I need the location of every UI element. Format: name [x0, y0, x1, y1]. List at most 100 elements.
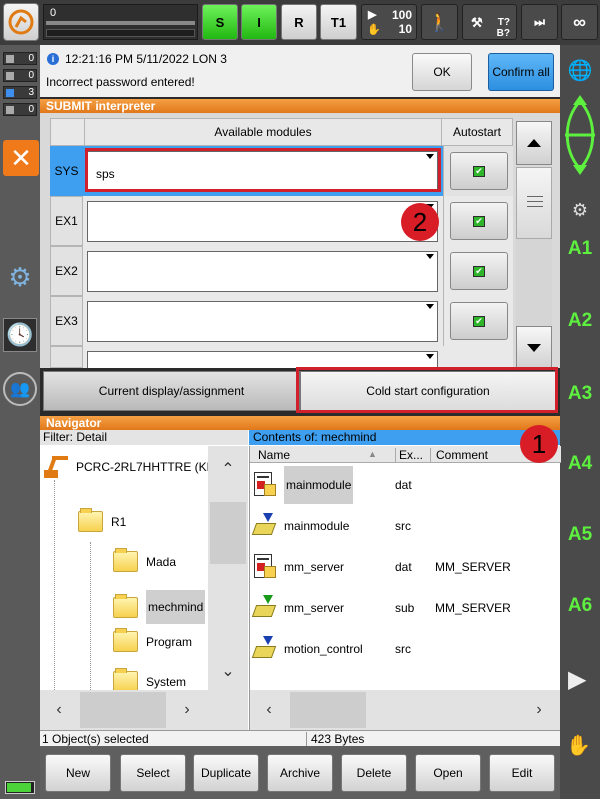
message-counter-ack[interactable]: 0 [3, 52, 37, 65]
tree-item-label: Program [146, 634, 193, 649]
check-icon: ✔ [473, 216, 485, 227]
scroll-up-button[interactable] [516, 121, 552, 165]
scroll-down-button[interactable] [516, 326, 552, 370]
tree-scroll-down-button[interactable]: ⌄ [208, 656, 248, 686]
col-name[interactable]: Name [258, 448, 290, 462]
operating-mode-button[interactable]: T1 [320, 4, 357, 40]
message-window: i 12:21:16 PM 5/11/2022 LON 3 Incorrect … [40, 45, 560, 97]
module-select-ex3[interactable] [87, 301, 438, 342]
tree-hscrollbar[interactable]: ‹ › [40, 690, 248, 730]
module-select-ex4[interactable] [87, 351, 438, 368]
robot-jog-button[interactable]: ⚙ [560, 195, 600, 225]
tree-item-system[interactable]: System [113, 668, 186, 690]
autostart-toggle-sys[interactable]: ✔ [450, 152, 508, 190]
axis-a4-button[interactable]: A4 [560, 453, 600, 475]
play-icon: ▶ [368, 9, 377, 21]
autostart-toggle-ex3[interactable]: ✔ [450, 302, 508, 340]
tree-item-r1[interactable]: R1 [78, 508, 126, 532]
tree-scroll-up-button[interactable]: ⌃ [208, 454, 248, 484]
message-counter-notify[interactable]: 0 [3, 69, 37, 82]
user-button[interactable]: 👥 [3, 372, 37, 406]
sort-arrow-icon: ▲ [368, 449, 377, 459]
start-button[interactable]: ▶ [568, 665, 592, 693]
globe-button[interactable]: 🌐 [560, 55, 600, 85]
drives-status-button[interactable]: I [241, 4, 277, 40]
tree-item-mada[interactable]: Mada [113, 548, 176, 572]
axis-a3-button[interactable]: A3 [560, 383, 600, 405]
select-button[interactable]: Select [120, 754, 186, 792]
axis-a1-button[interactable]: A1 [560, 238, 600, 260]
chevron-right-icon: › [536, 701, 542, 718]
settings-button[interactable]: ⚙ [3, 260, 37, 294]
tool-value: T? [497, 17, 510, 28]
submit-interpreter-header: SUBMIT interpreter [40, 99, 560, 113]
ok-button[interactable]: OK [412, 53, 472, 91]
message-counter-info[interactable]: 3 [3, 86, 37, 99]
scrollbar-track[interactable] [516, 167, 552, 329]
tree-vscrollbar[interactable]: ⌃ ⌄ [208, 446, 248, 690]
file-name: mm_server [284, 560, 345, 574]
file-row[interactable]: mainmodule src [250, 507, 561, 545]
status-bytes: 423 Bytes [306, 732, 364, 747]
infinity-button[interactable]: ∞ [561, 4, 598, 40]
hand-button[interactable]: ✋ [566, 733, 594, 759]
tree-hscroll-thumb[interactable] [80, 692, 166, 728]
file-scroll-left-button[interactable]: ‹ [252, 695, 286, 725]
module-select-ex2[interactable] [87, 251, 438, 292]
module-select-ex1[interactable] [87, 201, 438, 242]
archive-button[interactable]: Archive [267, 754, 333, 792]
walking-man-button[interactable]: 🚶 [421, 4, 458, 40]
row-label: EX3 [50, 296, 83, 346]
tab-current-display[interactable]: Current display/assignment [43, 371, 300, 411]
close-button[interactable]: ✕ [3, 140, 39, 176]
open-button[interactable]: Open [415, 754, 481, 792]
row-label [50, 346, 83, 368]
edit-button[interactable]: Edit [489, 754, 555, 792]
duplicate-button[interactable]: Duplicate [193, 754, 259, 792]
axis-a6-button[interactable]: A6 [560, 595, 600, 617]
tree-item-mechmind[interactable]: mechmind [113, 590, 206, 624]
table-row: EX1 ✔ [50, 196, 513, 246]
delete-button[interactable]: Delete [341, 754, 407, 792]
clock-button[interactable]: 🕓 [3, 318, 37, 352]
autostart-toggle-ex1[interactable]: ✔ [450, 202, 508, 240]
confirm-all-button[interactable]: Confirm all [488, 53, 554, 91]
jog-mode-button[interactable] [562, 95, 598, 175]
incremental-button[interactable]: ⏭ [521, 4, 558, 40]
tree-scroll-thumb[interactable] [210, 502, 246, 564]
message-counter-wait[interactable]: 0 [3, 103, 37, 116]
kuka-logo-button[interactable] [3, 3, 39, 41]
tree-scroll-right-button[interactable]: › [170, 695, 204, 725]
scrollbar-thumb[interactable] [516, 167, 552, 239]
file-name: motion_control [284, 642, 363, 656]
globe-icon: 🌐 [567, 59, 593, 82]
file-row[interactable]: mm_server dat MM_SERVER [250, 548, 561, 586]
file-hscroll-thumb[interactable] [290, 692, 366, 728]
file-hscrollbar[interactable]: ‹ › [249, 690, 560, 730]
file-ext: src [395, 642, 411, 656]
chevron-down-icon: ⌄ [221, 663, 235, 680]
new-button[interactable]: New [45, 754, 111, 792]
table-row: EX3 ✔ [50, 296, 513, 346]
file-scroll-right-button[interactable]: › [522, 695, 556, 725]
left-sidebar: 0 0 3 0 ✕ ⚙ 🕓 👥 [0, 45, 40, 799]
status-bar: 1 Object(s) selected 423 Bytes [40, 730, 560, 747]
file-comment: MM_SERVER [435, 560, 511, 574]
axis-a5-button[interactable]: A5 [560, 524, 600, 546]
tree-item-program[interactable]: Program [113, 628, 193, 652]
robot-arm-icon [8, 9, 34, 35]
grip-icon [527, 196, 543, 207]
tool-base-button[interactable]: ⚒ T? B? [462, 4, 517, 40]
file-row[interactable]: motion_control src [250, 630, 561, 668]
submit-status-button[interactable]: S [202, 4, 238, 40]
col-ext[interactable]: Ex... [395, 448, 435, 462]
robot-interpreter-button[interactable]: R [281, 4, 317, 40]
file-row[interactable]: mm_server sub MM_SERVER [250, 589, 561, 627]
autostart-toggle-ex2[interactable]: ✔ [450, 252, 508, 290]
tree-scroll-left-button[interactable]: ‹ [42, 695, 76, 725]
override-button[interactable]: ▶ ✋ 100 10 [361, 4, 417, 40]
tree-item-root[interactable]: PCRC-2RL7HHTTRE (KR [42, 454, 215, 480]
dropdown-arrow-icon [426, 254, 434, 259]
axis-a2-button[interactable]: A2 [560, 310, 600, 332]
file-row[interactable]: mainmodule dat [250, 466, 561, 504]
